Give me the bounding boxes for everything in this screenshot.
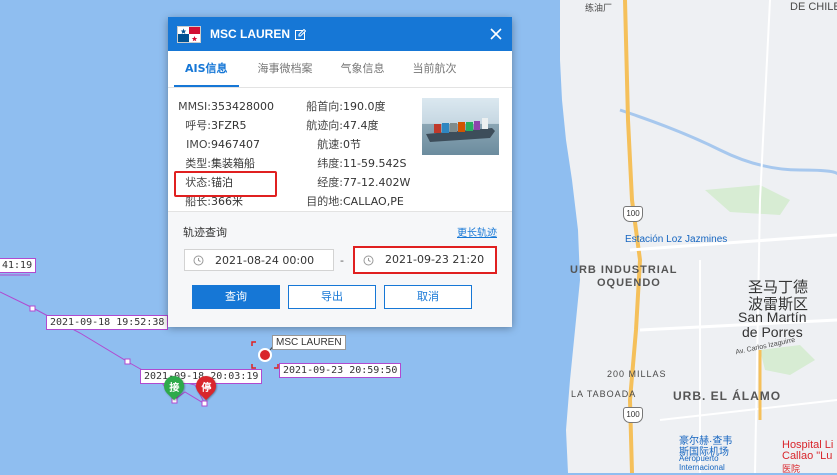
end-date-value: 2021-09-23 21:20 xyxy=(385,253,485,266)
panama-flag-icon xyxy=(177,25,201,43)
map-label-millas: 200 MILLAS xyxy=(607,369,667,379)
map-label-chile: DE CHILE xyxy=(790,1,837,13)
ship-name-label: MSC LAUREN xyxy=(272,335,346,350)
info-row-heading: 船首向:190.0度 xyxy=(305,100,386,114)
dialog-tabs: AIS信息 海事微档案 气象信息 当前航次 xyxy=(168,51,512,88)
edit-icon[interactable] xyxy=(295,28,306,40)
track-time-tag: 2021-09-18 19:52:38 xyxy=(46,315,169,330)
ship-photo[interactable] xyxy=(422,98,499,155)
info-label: 目的地: xyxy=(306,195,343,208)
longer-track-link[interactable]: 更长轨迹 xyxy=(457,224,497,239)
map-label-oquendo: OQUENDO xyxy=(597,277,661,289)
tab-current-voyage[interactable]: 当前航次 xyxy=(402,51,468,87)
map-label-airport-1: Aeropuerto xyxy=(679,454,719,463)
start-pin-label: 接 xyxy=(169,382,179,394)
map-label-refinery: 练油厂 xyxy=(585,3,613,13)
map-label-el-alamo: URB. EL ÁLAMO xyxy=(673,389,782,403)
info-row-callsign: 呼号:3FZR5 xyxy=(175,119,247,133)
info-value: CALLAO,PE xyxy=(343,195,404,208)
track-query-title: 轨迹查询 xyxy=(183,226,227,239)
close-icon[interactable] xyxy=(488,26,504,42)
map-label-taboada: LA TABOADA xyxy=(571,389,637,399)
query-button[interactable]: 查询 xyxy=(192,285,280,309)
dialog-header: MSC LAUREN xyxy=(168,17,512,51)
info-value: 0节 xyxy=(343,138,361,151)
export-button[interactable]: 导出 xyxy=(288,285,376,309)
info-value: 353428000 xyxy=(211,100,274,113)
map-label-airport-2: Internacional xyxy=(679,463,725,472)
map-label-hospital-2: Callao "Lu xyxy=(782,450,833,462)
info-row-type: 类型:集装箱船 xyxy=(175,157,255,171)
map-label-hospital-cn: 医院 xyxy=(782,464,801,474)
info-label: 航速: xyxy=(317,138,343,151)
route-100-shield: 100 xyxy=(623,206,643,222)
info-label: 经度: xyxy=(317,176,343,189)
info-value: 集装箱船 xyxy=(211,157,255,170)
info-label: MMSI: xyxy=(178,100,211,113)
tab-maritime-archive[interactable]: 海事微档案 xyxy=(247,51,324,87)
info-value: 77-12.402W xyxy=(343,176,411,189)
info-row-course: 航迹向:47.4度 xyxy=(305,119,379,133)
info-value: 9467407 xyxy=(211,138,260,151)
cancel-button[interactable]: 取消 xyxy=(384,285,472,309)
ship-name-title: MSC LAUREN xyxy=(210,27,290,41)
info-label: 类型: xyxy=(185,157,211,170)
map-label-urb-industrial: URB INDUSTRIAL xyxy=(570,264,678,276)
ship-info-dialog: MSC LAUREN AIS信息 海事微档案 气象信息 当前航次 MMSI:35… xyxy=(168,17,512,327)
end-date-input[interactable]: 2021-09-23 21:20 xyxy=(353,246,497,274)
info-row-imo: IMO:9467407 xyxy=(175,138,260,152)
info-value: 190.0度 xyxy=(343,100,386,113)
status-highlight-box xyxy=(174,171,277,197)
info-value: 3FZR5 xyxy=(211,119,247,132)
info-row-destination: 目的地:CALLAO,PE xyxy=(305,195,404,209)
info-value: 47.4度 xyxy=(343,119,379,132)
ais-info-panel: MMSI:353428000 呼号:3FZR5 IMO:9467407 类型:集… xyxy=(168,88,512,212)
date-separator: - xyxy=(340,254,344,267)
info-row-speed: 航速:0节 xyxy=(305,138,361,152)
info-label: 航迹向: xyxy=(306,119,343,132)
ship-marker-icon[interactable] xyxy=(253,343,277,367)
track-time-tag: 2021-09-23 20:59:50 xyxy=(279,363,402,378)
map-label-jazmines: Estación Loz Jazmines xyxy=(625,234,728,245)
info-label: IMO: xyxy=(186,138,211,151)
end-pin-label: 停 xyxy=(201,382,211,394)
info-row-longitude: 经度:77-12.402W xyxy=(305,176,410,190)
map-label-san-martin-1: San Martín xyxy=(738,309,807,325)
info-row-latitude: 纬度:11-59.542S xyxy=(305,157,406,171)
info-label: 纬度: xyxy=(317,157,343,170)
info-label: 呼号: xyxy=(185,119,211,132)
info-row-length: 船长:366米 xyxy=(175,195,243,209)
clock-icon xyxy=(193,255,204,266)
track-query-section: 轨迹查询 更长轨迹 2021-08-24 00:00 - 2021-09-23 … xyxy=(168,212,512,327)
info-value: 11-59.542S xyxy=(343,157,407,170)
info-label: 船首向: xyxy=(306,100,343,113)
start-date-input[interactable]: 2021-08-24 00:00 xyxy=(184,249,334,271)
info-label: 船长: xyxy=(185,195,211,208)
tab-ais-info[interactable]: AIS信息 xyxy=(174,51,239,87)
start-date-value: 2021-08-24 00:00 xyxy=(215,254,315,267)
tab-weather-info[interactable]: 气象信息 xyxy=(330,51,396,87)
route-100-shield-south: 100 xyxy=(623,407,643,423)
clock-icon xyxy=(363,255,374,266)
info-row-mmsi: MMSI:353428000 xyxy=(175,100,274,114)
track-time-tag: 41:19 xyxy=(0,258,37,273)
